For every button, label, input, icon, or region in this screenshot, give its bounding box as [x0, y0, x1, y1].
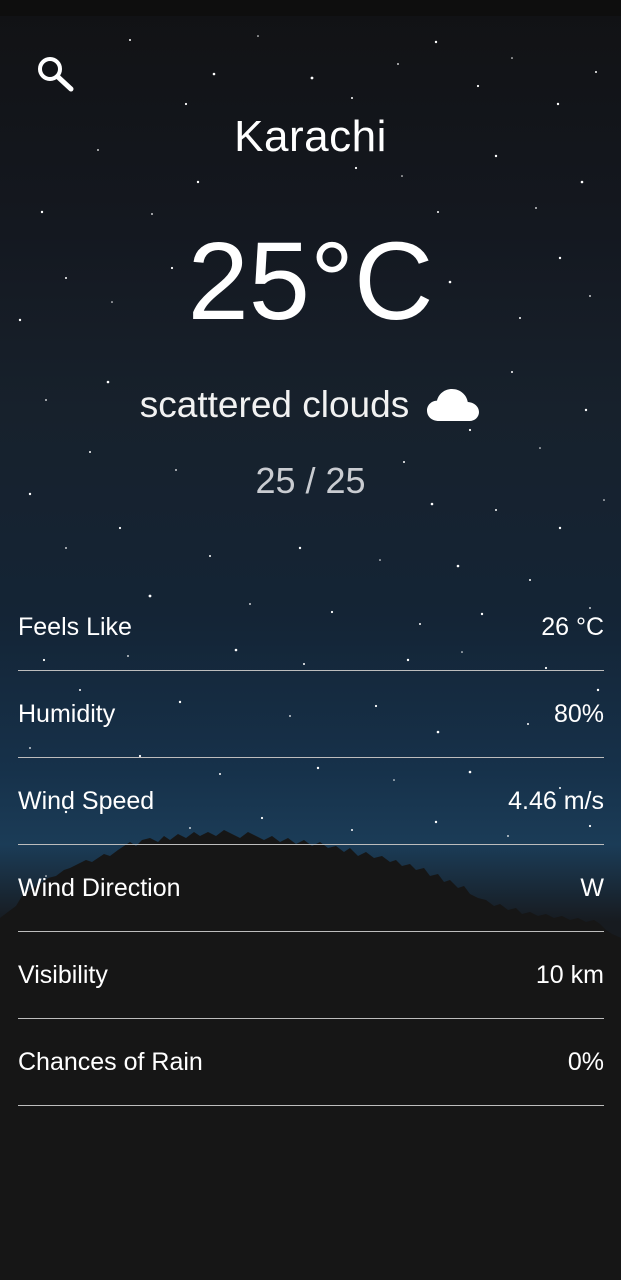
detail-value: 80% — [553, 699, 604, 728]
detail-row-chances-of-rain: Chances of Rain 0% — [18, 1019, 604, 1106]
detail-value: W — [580, 873, 604, 902]
cloud-icon — [427, 389, 480, 421]
detail-value: 10 km — [535, 960, 604, 989]
detail-label: Humidity — [18, 699, 116, 728]
city-name: Karachi — [234, 112, 387, 161]
weather-screen: Karachi 25°C scattered clouds 25 / 25 Fe… — [0, 0, 621, 1280]
detail-row-humidity: Humidity 80% — [18, 671, 604, 758]
search-button[interactable] — [33, 53, 77, 93]
detail-row-wind-direction: Wind Direction W — [18, 845, 604, 932]
status-bar — [0, 0, 621, 16]
detail-value: 26 °C — [541, 612, 604, 641]
detail-label: Chances of Rain — [18, 1047, 203, 1076]
current-temperature: 25°C — [187, 220, 434, 343]
detail-row-wind-speed: Wind Speed 4.46 m/s — [18, 758, 604, 845]
search-icon — [38, 57, 74, 92]
detail-value: 4.46 m/s — [508, 786, 604, 815]
detail-value: 0% — [567, 1047, 604, 1076]
detail-label: Wind Speed — [18, 786, 155, 815]
detail-label: Feels Like — [18, 612, 132, 641]
detail-label: Wind Direction — [18, 873, 181, 902]
weather-details-list: Feels Like 26 °C Humidity 80% Wind Speed… — [18, 584, 604, 1106]
detail-row-visibility: Visibility 10 km — [18, 932, 604, 1019]
detail-row-feels-like: Feels Like 26 °C — [18, 584, 604, 671]
weather-condition: scattered clouds — [0, 380, 621, 430]
detail-label: Visibility — [18, 960, 108, 989]
min-max-temperature: 25 / 25 — [255, 460, 366, 501]
condition-text: scattered clouds — [139, 384, 410, 425]
